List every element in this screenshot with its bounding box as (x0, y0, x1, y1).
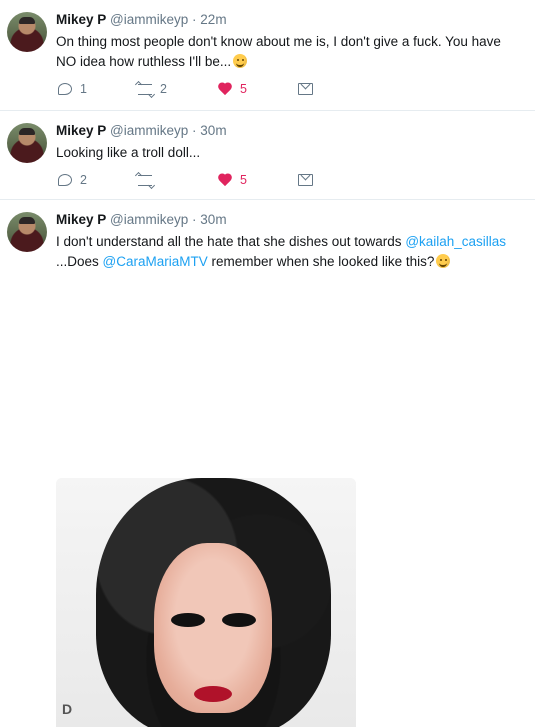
separator-dot: · (192, 212, 197, 227)
reply-count: 1 (80, 82, 87, 96)
like-count: 5 (240, 173, 247, 187)
separator-dot: · (192, 123, 197, 138)
avatar[interactable] (7, 123, 47, 163)
tweet-text: I don't understand all the hate that she… (56, 232, 529, 272)
reply-button[interactable]: 1 (58, 82, 138, 96)
tweet-actions: 2 5 (58, 173, 378, 187)
avatar[interactable] (7, 212, 47, 252)
reply-button[interactable]: 2 (58, 173, 138, 187)
display-name[interactable]: Mikey P (56, 212, 106, 227)
direct-message-button[interactable] (298, 83, 378, 95)
retweet-button[interactable]: 2 (138, 82, 218, 96)
display-name[interactable]: Mikey P (56, 12, 106, 27)
reply-icon (58, 174, 72, 186)
tweet-header: Mikey P @iammikeyp · 30m (56, 122, 529, 140)
mention-link[interactable]: @kailah_casillas (405, 234, 506, 249)
tweet-content: Mikey P @iammikeyp · 22m On thing most p… (56, 11, 529, 72)
reply-icon (58, 83, 72, 95)
watermark-icon: D (62, 701, 73, 717)
tweet[interactable]: Mikey P @iammikeyp · 30m I don't underst… (0, 200, 535, 727)
heart-icon (218, 83, 232, 96)
retweet-icon (138, 83, 152, 95)
tweet-text: On thing most people don't know about me… (56, 32, 529, 72)
tweet-content: Mikey P @iammikeyp · 30m I don't underst… (56, 211, 529, 272)
image-eye-shape (171, 613, 205, 627)
hugging-face-emoji-icon (436, 254, 451, 268)
retweet-icon (138, 174, 152, 186)
tweet-header: Mikey P @iammikeyp · 22m (56, 11, 529, 29)
retweet-count: 2 (160, 82, 167, 96)
direct-message-button[interactable] (298, 174, 378, 186)
like-button[interactable]: 5 (218, 173, 298, 187)
timestamp[interactable]: 22m (200, 12, 226, 27)
avatar[interactable] (7, 12, 47, 52)
timestamp[interactable]: 30m (200, 123, 226, 138)
retweet-button[interactable] (138, 174, 218, 186)
like-count: 5 (240, 82, 247, 96)
tweet-text-line: remember when she looked like this? (207, 254, 435, 269)
image-eye-shape (222, 613, 256, 627)
tweet-content: Mikey P @iammikeyp · 30m Looking like a … (56, 122, 529, 163)
direct-message-icon (298, 174, 313, 186)
tweet-actions: 1 2 5 (58, 82, 378, 96)
tweet[interactable]: Mikey P @iammikeyp · 22m On thing most p… (0, 0, 535, 111)
tweet-text-line: NO idea how ruthless I'll be... (56, 54, 232, 69)
display-name[interactable]: Mikey P (56, 123, 106, 138)
reply-count: 2 (80, 173, 87, 187)
tweet-image[interactable]: D (56, 478, 356, 727)
tweet-text-line: On thing most people don't know about me… (56, 34, 501, 49)
username[interactable]: @iammikeyp (110, 12, 188, 27)
tweet-header: Mikey P @iammikeyp · 30m (56, 211, 529, 229)
tweet-text: Looking like a troll doll... (56, 143, 529, 163)
like-button[interactable]: 5 (218, 82, 298, 96)
username[interactable]: @iammikeyp (110, 212, 188, 227)
hugging-face-emoji-icon (233, 54, 248, 68)
heart-icon (218, 174, 232, 187)
mention-link[interactable]: @CaraMariaMTV (103, 254, 208, 269)
tweet-text-line: ...Does (56, 254, 103, 269)
timestamp[interactable]: 30m (200, 212, 226, 227)
tweet[interactable]: Mikey P @iammikeyp · 30m Looking like a … (0, 111, 535, 200)
image-lips-shape (194, 686, 232, 702)
tweet-text-line: Looking like a troll doll... (56, 145, 201, 160)
username[interactable]: @iammikeyp (110, 123, 188, 138)
tweet-text-line: I don't understand all the hate that she… (56, 234, 406, 249)
direct-message-icon (298, 83, 313, 95)
separator-dot: · (192, 12, 197, 27)
